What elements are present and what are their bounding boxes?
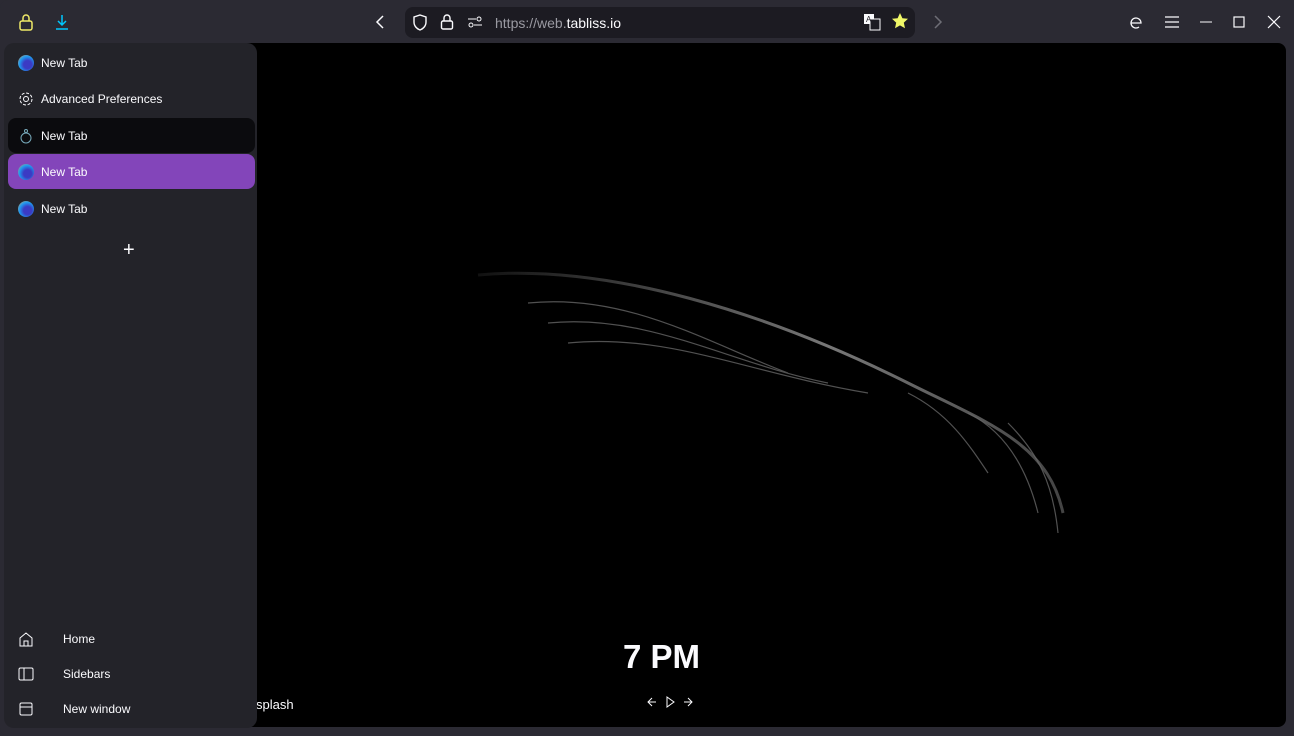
translate-icon[interactable]: A xyxy=(863,13,881,31)
maximize-icon[interactable] xyxy=(1233,16,1245,28)
download-icon[interactable] xyxy=(54,13,70,31)
permissions-icon[interactable] xyxy=(467,15,483,29)
padlock-icon[interactable] xyxy=(440,13,454,31)
svg-text:A: A xyxy=(866,15,872,24)
bookmark-star-icon[interactable] xyxy=(891,12,909,30)
photo-credit[interactable]: splash xyxy=(256,697,294,712)
home-label: Home xyxy=(63,632,96,646)
home-button[interactable]: Home xyxy=(18,631,95,647)
tab-label: New Tab xyxy=(41,164,88,179)
new-tab-button[interactable]: + xyxy=(123,239,135,262)
clock-time: 7 PM xyxy=(623,638,701,675)
shield-icon[interactable] xyxy=(412,14,428,32)
sidebars-label: Sidebars xyxy=(63,667,111,681)
tab-label: New Tab xyxy=(41,55,88,70)
firefox-icon xyxy=(18,163,34,180)
menu-icon[interactable] xyxy=(1164,15,1180,29)
close-icon[interactable] xyxy=(1267,15,1281,29)
url-host: tabliss.io xyxy=(566,15,622,31)
new-window-button[interactable]: New window xyxy=(18,701,130,717)
tab-label: New Tab xyxy=(41,201,88,216)
tab-new-tab[interactable]: New Tab xyxy=(8,45,255,80)
previous-icon[interactable] xyxy=(646,696,658,708)
extension-icon[interactable] xyxy=(1128,14,1144,30)
background-controls xyxy=(646,696,694,708)
gear-icon xyxy=(19,92,33,105)
new-window-label: New window xyxy=(63,702,131,716)
url-text[interactable]: https://web.tabliss.io xyxy=(495,15,621,31)
forward-icon[interactable] xyxy=(932,14,944,30)
lock-icon[interactable] xyxy=(18,13,34,31)
vertical-tabs-sidebar: New Tab Advanced Preferences New Tab New… xyxy=(4,43,257,728)
firefox-icon xyxy=(18,200,34,217)
back-icon[interactable] xyxy=(374,14,386,30)
url-scheme: https://web. xyxy=(495,15,567,31)
tabliss-icon xyxy=(20,128,32,143)
tab-new-tab[interactable]: New Tab xyxy=(8,191,255,226)
tab-new-tab-tabliss[interactable]: New Tab xyxy=(8,118,255,153)
browser-window: https://web.tabliss.io A splash 7 PM New… xyxy=(0,0,1294,736)
tab-label: New Tab xyxy=(41,128,88,143)
next-icon[interactable] xyxy=(682,696,694,708)
sidebar-icon xyxy=(18,667,34,681)
tab-advanced-preferences[interactable]: Advanced Preferences xyxy=(8,81,255,116)
sidebars-button[interactable]: Sidebars xyxy=(18,666,110,682)
tab-label: Advanced Preferences xyxy=(41,91,163,106)
play-icon[interactable] xyxy=(664,696,676,708)
firefox-icon xyxy=(18,54,34,71)
window-icon xyxy=(19,702,33,716)
tab-new-tab-selected[interactable]: New Tab xyxy=(8,154,255,189)
url-bar[interactable]: https://web.tabliss.io A xyxy=(405,7,915,38)
minimize-icon[interactable] xyxy=(1199,15,1213,29)
home-icon xyxy=(19,632,33,647)
